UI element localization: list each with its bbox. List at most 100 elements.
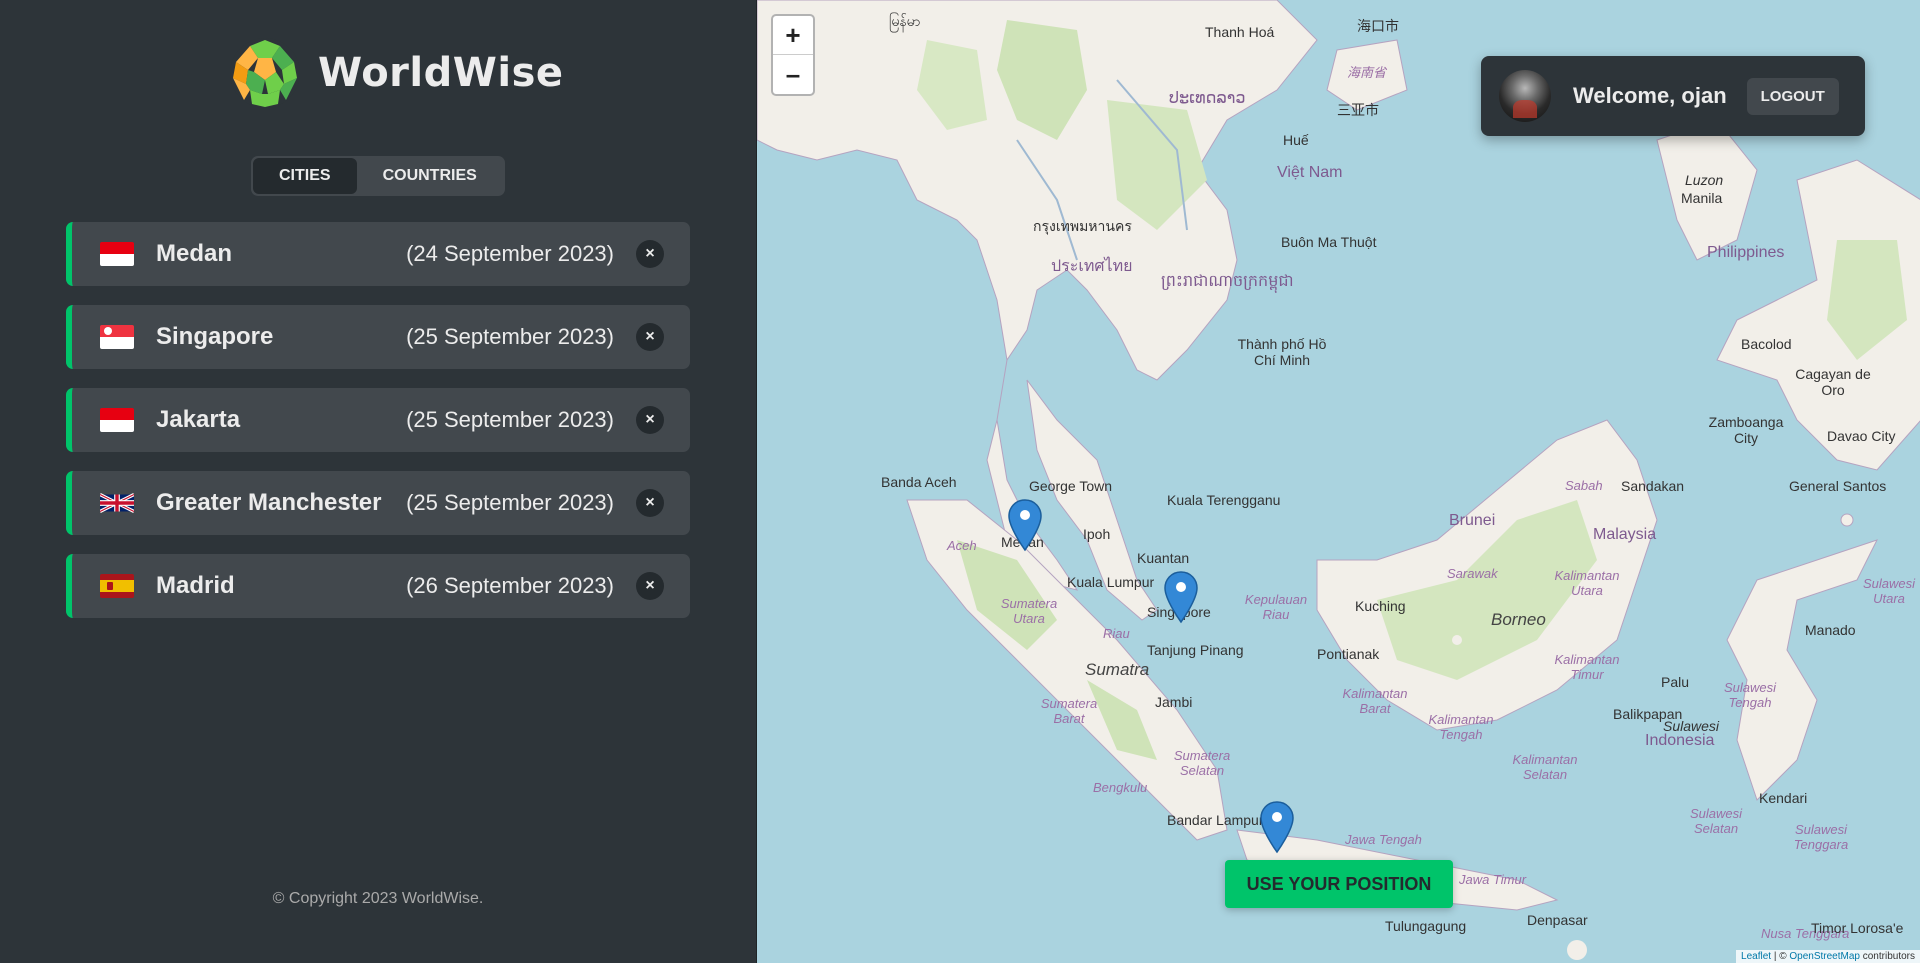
map-label: Sulawesi Tenggara: [1793, 822, 1849, 852]
map-label: Jambi: [1155, 694, 1193, 710]
map-label: Indonesia: [1645, 732, 1715, 749]
use-position-button[interactable]: USE YOUR POSITION: [1225, 860, 1453, 908]
zoom-in-button[interactable]: +: [773, 16, 813, 55]
tab-cities[interactable]: CITIES: [253, 158, 357, 194]
map-label: Sulawesi Utara: [1862, 576, 1916, 606]
map-label: George Town: [1029, 478, 1113, 494]
map-label: Malaysia: [1593, 526, 1657, 543]
map-label: Sulawesi Tengah: [1723, 680, 1777, 710]
map-label: Philippines: [1707, 244, 1785, 261]
map-label: Kalimantan Utara: [1554, 568, 1620, 598]
map-label: Sulawesi Selatan: [1689, 806, 1743, 836]
map-label: Kuching: [1355, 598, 1406, 614]
map-marker-singapore[interactable]: [1163, 570, 1199, 624]
map-label: 海口市: [1357, 18, 1399, 34]
app-logo[interactable]: WorldWise: [228, 36, 564, 110]
attribution-contributors: contributors: [1859, 951, 1915, 962]
city-name: Jakarta: [156, 406, 241, 433]
map-label: กรุงเทพมหานคร: [1033, 218, 1132, 234]
map-label: Sandakan: [1621, 478, 1685, 494]
map-label: Banda Aceh: [881, 474, 957, 490]
city-item-jakarta[interactable]: Jakarta (25 September 2023) ×: [66, 388, 690, 452]
city-item-greater-manchester[interactable]: Greater Manchester (25 September 2023) ×: [66, 471, 690, 535]
map-label: Riau: [1103, 626, 1130, 641]
map-label: Luzon: [1685, 172, 1724, 188]
map-marker-jakarta[interactable]: [1259, 800, 1295, 854]
city-name: Medan: [156, 240, 233, 267]
city-item-singapore[interactable]: Singapore (25 September 2023) ×: [66, 305, 690, 369]
delete-city-button[interactable]: ×: [636, 572, 664, 600]
tab-countries[interactable]: COUNTRIES: [357, 158, 503, 194]
map-label: Ipoh: [1083, 526, 1111, 542]
map-label: Buôn Ma Thuột: [1281, 234, 1377, 250]
map-label: Bacolod: [1741, 336, 1792, 352]
map-label: Sarawak: [1447, 566, 1498, 581]
map-marker-medan[interactable]: [1007, 498, 1043, 552]
map-label: Davao City: [1827, 428, 1896, 444]
map-label: Borneo: [1491, 610, 1546, 629]
delete-city-button[interactable]: ×: [636, 240, 664, 268]
delete-city-button[interactable]: ×: [636, 323, 664, 351]
map-label: Thanh Hoá: [1205, 24, 1275, 40]
map-label: Kuala Lumpur: [1067, 574, 1155, 590]
map-label: Sabah: [1565, 478, 1603, 493]
delete-city-button[interactable]: ×: [636, 489, 664, 517]
map-label: Denpasar: [1527, 912, 1588, 928]
map-label: Kuantan: [1137, 550, 1190, 566]
map-label: ประเทศไทย: [1051, 258, 1133, 275]
map-label: Cagayan de Oro: [1795, 366, 1871, 398]
map-label: Manila: [1681, 190, 1723, 206]
map-label: Việt Nam: [1277, 164, 1343, 181]
spain-flag-icon: [100, 574, 134, 598]
osm-link[interactable]: OpenStreetMap: [1789, 951, 1860, 962]
globe-logo-icon: [230, 38, 300, 108]
map-label: Tanjung Pinang: [1147, 642, 1244, 658]
map-label: Pontianak: [1317, 646, 1380, 662]
delete-city-button[interactable]: ×: [636, 406, 664, 434]
user-panel: Welcome, ojan LOGOUT: [1481, 56, 1865, 136]
map-label: Brunei: [1449, 512, 1496, 529]
copyright-footer: © Copyright 2023 WorldWise.: [272, 890, 484, 907]
map-label: Kalimantan Tengah: [1428, 712, 1494, 742]
map-label: 三亚市: [1337, 102, 1379, 118]
city-date: (26 September 2023): [406, 573, 614, 598]
map-label: Kalimantan Selatan: [1512, 752, 1578, 782]
map-label: Jawa Timur: [1459, 872, 1527, 887]
map-label: Timor Lorosa'e: [1811, 920, 1904, 936]
map-label: ព្រះរាជាណាចក្រកម្ពុជា: [1161, 273, 1294, 290]
city-date: (25 September 2023): [406, 490, 614, 515]
map-label: Huế: [1283, 132, 1309, 148]
map[interactable]: မြန်မာ Thanh Hoá 海口市 海南省 三亚市 ປະເທດລາວ Hu…: [756, 0, 1920, 963]
map-label: Kalimantan Timur: [1554, 652, 1620, 682]
map-label: မြန်မာ: [889, 13, 921, 29]
map-label: General Santos: [1789, 478, 1887, 494]
city-item-madrid[interactable]: Madrid (26 September 2023) ×: [66, 554, 690, 618]
app-name: WorldWise: [318, 50, 564, 96]
city-date: (25 September 2023): [406, 324, 614, 349]
leaflet-link[interactable]: Leaflet: [1741, 951, 1771, 962]
map-label: Manado: [1805, 622, 1856, 638]
city-name: Madrid: [156, 572, 235, 599]
city-name: Greater Manchester: [156, 489, 382, 516]
logout-button[interactable]: LOGOUT: [1746, 77, 1839, 115]
map-label: Sumatera Selatan: [1173, 748, 1231, 778]
map-label: Tulungagung: [1385, 918, 1467, 934]
sidebar: WorldWise CITIES COUNTRIES Medan (24 Sep…: [0, 0, 756, 963]
city-item-medan[interactable]: Medan (24 September 2023) ×: [66, 222, 690, 286]
indonesia-flag-icon: [100, 242, 134, 266]
map-label: Kalimantan Barat: [1342, 686, 1408, 716]
city-date: (24 September 2023): [406, 241, 614, 266]
map-label: Jawa Tengah: [1345, 832, 1422, 847]
zoom-out-button[interactable]: –: [773, 55, 813, 94]
singapore-flag-icon: [100, 325, 134, 349]
welcome-text: Welcome, ojan: [1573, 83, 1727, 108]
map-label: Kepulauan Riau: [1244, 592, 1308, 622]
attribution-separator: | ©: [1771, 951, 1790, 962]
indonesia-flag-icon: [100, 408, 134, 432]
map-label: Bengkulu: [1093, 780, 1148, 795]
city-date: (25 September 2023): [406, 407, 614, 432]
map-label: Aceh: [947, 538, 977, 553]
uk-flag-icon: [100, 492, 134, 514]
map-label: Sumatera Barat: [1040, 696, 1098, 726]
map-label: ປະເທດລາວ: [1169, 90, 1246, 107]
